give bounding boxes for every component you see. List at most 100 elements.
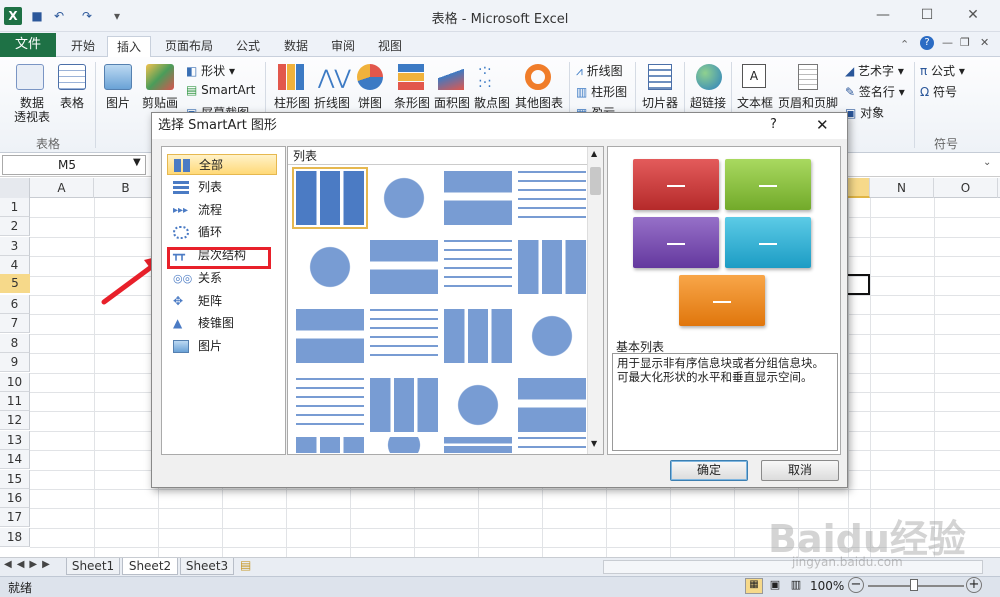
layout-thumbnail[interactable] xyxy=(518,309,586,363)
layout-thumbnail[interactable] xyxy=(292,167,368,229)
zoom-slider-thumb[interactable] xyxy=(910,579,918,591)
sparkline-line-button[interactable]: ⩘ 折线图 xyxy=(576,62,623,79)
row-header-11[interactable]: 11 xyxy=(0,392,30,411)
row-header-4[interactable]: 4 xyxy=(0,256,30,276)
zoom-level[interactable]: 100% xyxy=(810,579,844,593)
doc-close-icon[interactable]: ✕ xyxy=(980,36,989,49)
other-chart-button[interactable]: 其他图表 xyxy=(513,64,565,110)
layout-thumbnail[interactable] xyxy=(444,437,512,453)
ok-button[interactable]: 确定 xyxy=(670,460,748,481)
minimize-button[interactable]: — xyxy=(868,4,898,26)
doc-restore-icon[interactable]: ❐ xyxy=(960,36,970,49)
dialog-help-button[interactable]: ? xyxy=(770,117,777,132)
tab-insert[interactable]: 插入 xyxy=(107,36,151,58)
line-chart-button[interactable]: ⋀⋁ 折线图 xyxy=(312,64,352,110)
column-header-a[interactable]: A xyxy=(30,178,94,198)
column-header-n[interactable]: N xyxy=(870,178,934,198)
select-all-corner[interactable] xyxy=(0,178,30,198)
category-cycle[interactable]: 循环 xyxy=(167,222,277,243)
row-header-13[interactable]: 13 xyxy=(0,430,30,450)
ribbon-collapse-icon[interactable]: ⌃ xyxy=(900,38,909,51)
wordart-button[interactable]: ◢ 艺术字 ▾ xyxy=(845,62,904,79)
layout-thumbnail[interactable] xyxy=(296,309,364,363)
object-button[interactable]: ▣ 对象 xyxy=(845,104,884,121)
row-header-15[interactable]: 15 xyxy=(0,469,30,489)
row-header-2[interactable]: 2 xyxy=(0,217,30,237)
column-header-o[interactable]: O xyxy=(934,178,998,198)
tab-view[interactable]: 视图 xyxy=(370,36,410,57)
slicer-button[interactable]: 切片器 xyxy=(640,64,680,110)
name-box-dropdown-icon[interactable]: ▼ xyxy=(133,157,141,168)
layout-thumbnail[interactable] xyxy=(370,309,438,363)
sheet-tab-3[interactable]: Sheet3 xyxy=(180,558,234,575)
zoom-out-button[interactable]: − xyxy=(848,577,864,593)
equation-button[interactable]: π 公式 ▾ xyxy=(920,62,965,79)
category-all[interactable]: 全部 xyxy=(167,154,277,175)
layout-thumbnail[interactable] xyxy=(444,171,512,225)
layout-thumbnail[interactable] xyxy=(370,171,438,225)
row-header-5-label[interactable]: 5 xyxy=(0,276,30,290)
page-break-view-icon[interactable]: ▥ xyxy=(787,578,805,594)
scroll-down-icon[interactable]: ▼ xyxy=(591,439,597,448)
category-picture[interactable]: 图片 xyxy=(167,336,277,357)
row-header-8[interactable]: 8 xyxy=(0,333,30,353)
layout-thumbnail[interactable] xyxy=(296,378,364,432)
name-box[interactable]: M5 xyxy=(2,155,146,175)
pie-chart-button[interactable]: 饼图 xyxy=(355,64,385,110)
row-header-16[interactable]: 16 xyxy=(0,489,30,508)
table-button[interactable]: 表格 xyxy=(58,64,86,110)
layout-thumbnail[interactable] xyxy=(518,437,586,453)
layout-thumbnail[interactable] xyxy=(444,309,512,363)
column-header-m[interactable] xyxy=(848,178,870,198)
tab-home[interactable]: 开始 xyxy=(62,36,104,57)
layout-thumbnail[interactable] xyxy=(370,437,438,453)
column-header-b[interactable]: B xyxy=(94,178,158,198)
bar-chart-button[interactable]: 条形图 xyxy=(392,64,432,110)
picture-button[interactable]: 图片 xyxy=(104,64,132,110)
hyperlink-button[interactable]: 超链接 xyxy=(688,64,728,110)
doc-minimize-icon[interactable]: — xyxy=(942,36,953,49)
tab-page-layout[interactable]: 页面布局 xyxy=(158,36,220,57)
dialog-close-button[interactable]: ✕ xyxy=(816,116,829,134)
tab-formulas[interactable]: 公式 xyxy=(228,36,268,57)
shapes-button[interactable]: ◧ 形状 ▾ xyxy=(186,62,235,79)
category-pyramid[interactable]: ▲ 棱锥图 xyxy=(167,313,277,334)
maximize-button[interactable]: ☐ xyxy=(912,4,942,26)
layout-thumbnail[interactable] xyxy=(444,240,512,294)
layout-thumbnail[interactable] xyxy=(370,240,438,294)
row-header-12[interactable]: 12 xyxy=(0,411,30,431)
category-process[interactable]: ▸▸▸ 流程 xyxy=(167,200,277,221)
scatter-chart-button[interactable]: ·:·:·: 散点图 xyxy=(472,63,512,110)
formula-expand-icon[interactable]: ⌄ xyxy=(983,157,991,168)
zoom-in-button[interactable]: + xyxy=(966,577,982,593)
area-chart-button[interactable]: 面积图 xyxy=(432,64,472,110)
row-header-6[interactable]: 6 xyxy=(0,295,30,314)
symbol-button[interactable]: Ω 符号 xyxy=(920,83,957,100)
layout-thumbnail[interactable] xyxy=(370,378,438,432)
layout-thumbnail[interactable] xyxy=(518,378,586,432)
signature-button[interactable]: ✎ 签名行 ▾ xyxy=(845,83,905,100)
sheet-tab-1[interactable]: Sheet1 xyxy=(66,558,120,575)
tab-review[interactable]: 审阅 xyxy=(323,36,363,57)
row-header-14[interactable]: 14 xyxy=(0,450,30,470)
row-header-1[interactable]: 1 xyxy=(0,198,30,217)
row-header-7[interactable]: 7 xyxy=(0,314,30,334)
page-layout-view-icon[interactable]: ▣ xyxy=(766,578,784,594)
category-relationship[interactable]: ◎◎ 关系 xyxy=(167,268,277,289)
textbox-button[interactable]: A 文本框 xyxy=(736,64,774,110)
category-matrix[interactable]: ✥ 矩阵 xyxy=(167,291,277,312)
sheet-nav-arrows-icon[interactable]: ◀◀▶▶ xyxy=(4,559,55,570)
insert-sheet-icon[interactable]: ▤ xyxy=(240,558,251,572)
sparkline-column-button[interactable]: ▥ 柱形图 xyxy=(576,83,627,100)
tab-file[interactable]: 文件 xyxy=(0,33,56,57)
clipart-button[interactable]: 剪贴画 xyxy=(142,64,178,110)
row-header-9[interactable]: 9 xyxy=(0,353,30,373)
category-list-type[interactable]: 列表 xyxy=(167,177,277,198)
smartart-button[interactable]: ▤ SmartArt xyxy=(186,83,255,97)
layout-thumbnail[interactable] xyxy=(518,171,586,225)
pivot-table-button[interactable]: 数据 透视表 xyxy=(14,64,50,124)
layout-thumbnail[interactable] xyxy=(296,240,364,294)
layout-thumbnail[interactable] xyxy=(296,437,364,453)
scroll-thumb[interactable] xyxy=(590,167,601,195)
close-window-button[interactable]: ✕ xyxy=(958,4,988,26)
